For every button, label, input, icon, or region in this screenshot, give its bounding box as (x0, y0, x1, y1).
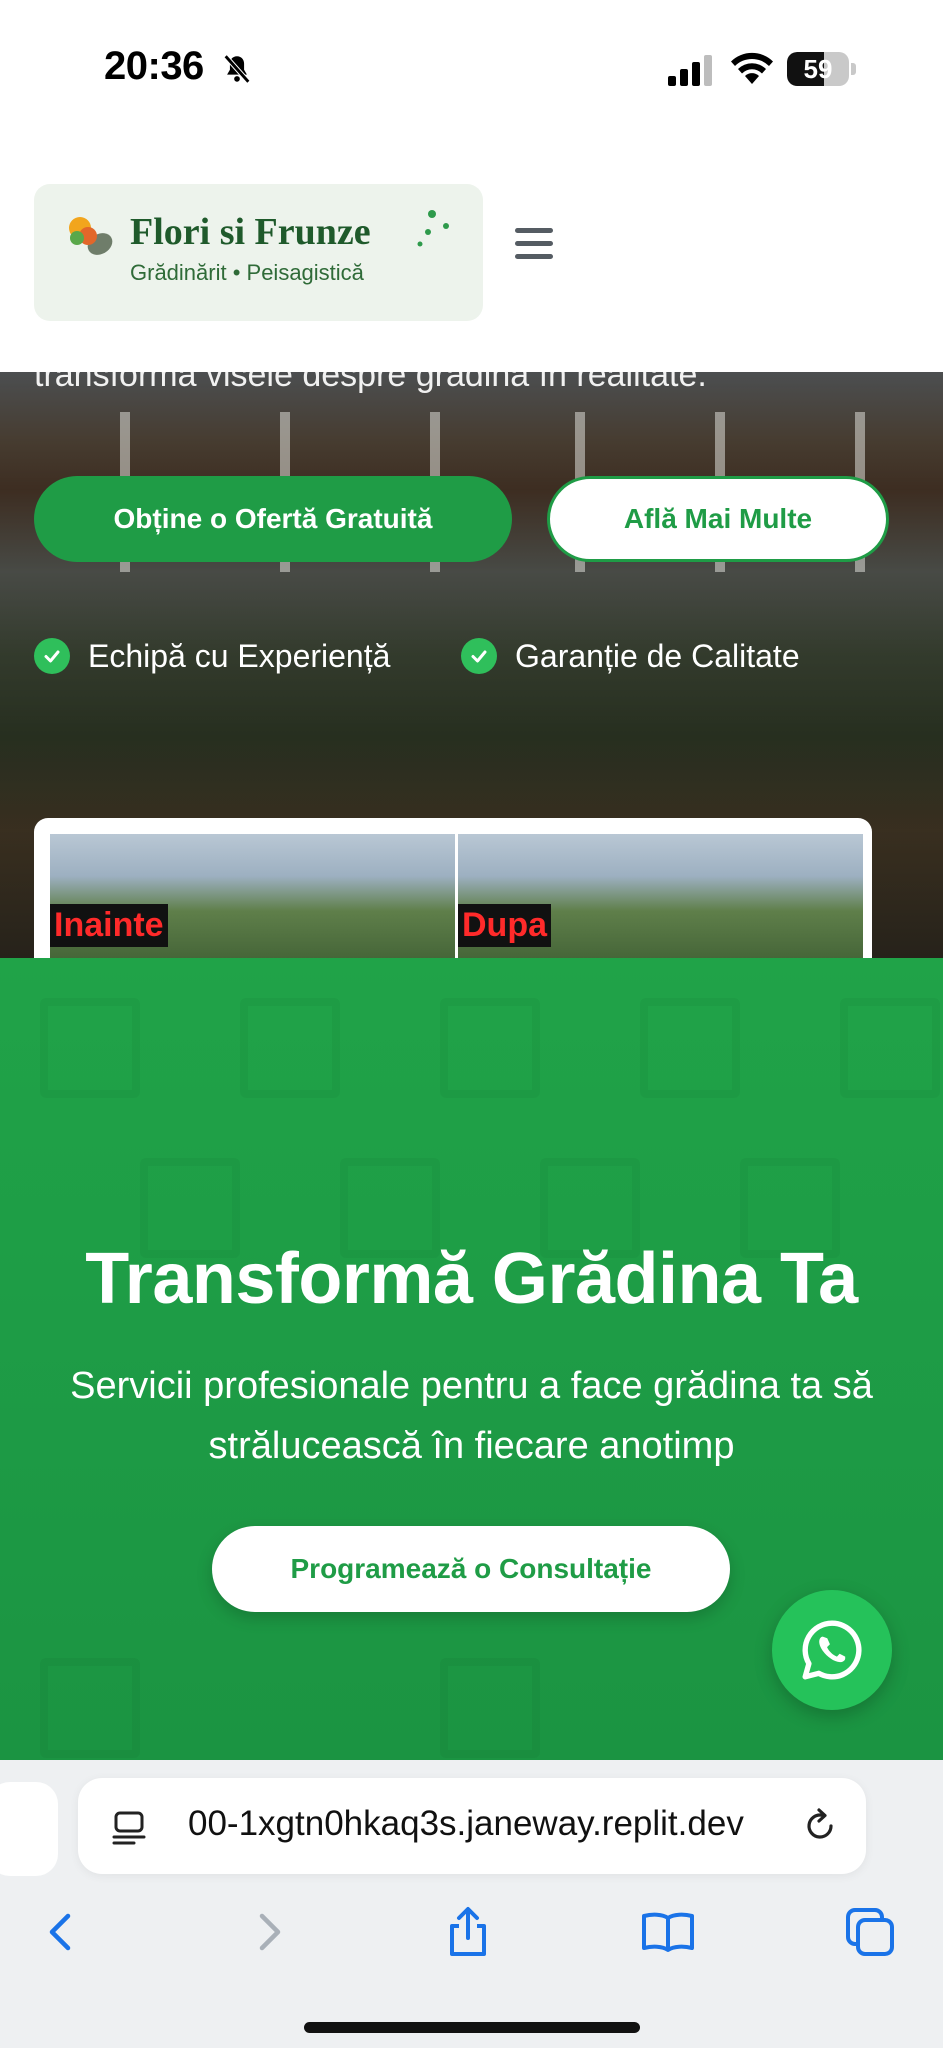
feature-experience: Echipă cu Experiență (34, 636, 390, 676)
flower-leaf-logo-icon (69, 217, 113, 255)
bell-muted-icon (223, 54, 251, 84)
hamburger-menu-icon[interactable] (515, 228, 557, 262)
free-quote-button[interactable]: Obține o Ofertă Gratuită (34, 476, 512, 562)
tabs-icon[interactable] (840, 1902, 900, 1962)
check-circle-icon (461, 638, 497, 674)
previous-tab-peek[interactable] (0, 1782, 58, 1876)
feature-label: Echipă cu Experiență (88, 637, 391, 674)
reload-icon[interactable] (800, 1806, 840, 1846)
address-bar[interactable]: 00-1xgtn0hkaq3s.janeway.replit.dev (78, 1778, 866, 1874)
battery-level: 59 (803, 54, 833, 84)
status-time: 20:36 (104, 44, 204, 88)
hero-section: transformă visele despre grădină în real… (0, 372, 943, 960)
before-image: Inainte (50, 834, 455, 960)
cta-subtitle: Servicii profesionale pentru a face grăd… (70, 1365, 873, 1467)
pattern-tile (40, 998, 140, 1098)
pattern-tile (40, 1658, 140, 1758)
pattern-tile (240, 998, 340, 1098)
wifi-icon (731, 52, 773, 84)
schedule-consultation-button[interactable]: Programează o Consultație (212, 1526, 730, 1612)
brand-subtitle: Grădinărit • Peisagistică (130, 260, 364, 285)
browser-toolbar: 00-1xgtn0hkaq3s.janeway.replit.dev (0, 1760, 943, 2048)
share-icon[interactable] (438, 1902, 498, 1962)
pattern-tile (440, 998, 540, 1098)
after-label: Dupa (458, 904, 551, 947)
feature-quality: Garanție de Calitate (461, 636, 800, 676)
status-bar: 20:36 59 (0, 0, 943, 140)
sparkle-dots-icon (417, 210, 449, 247)
cta-title: Transformă Grădina Ta (85, 1239, 858, 1319)
home-indicator (304, 2022, 640, 2033)
battery-indicator: 59 (787, 52, 857, 86)
after-image: Dupa (458, 834, 863, 960)
bookmarks-icon[interactable] (638, 1902, 698, 1962)
before-after-card: Inainte Dupa (34, 818, 872, 960)
pattern-tile (640, 998, 740, 1098)
logo-card[interactable]: Flori si Frunze Grădinărit • Peisagistic… (34, 184, 483, 321)
url-text: 00-1xgtn0hkaq3s.janeway.replit.dev (188, 1804, 744, 1843)
forward-icon[interactable] (238, 1902, 298, 1962)
battery-body: 59 (787, 52, 849, 86)
brand-title: Flori si Frunze (130, 211, 371, 253)
check-circle-icon (34, 638, 70, 674)
signal-icon (668, 55, 712, 86)
battery-cap (851, 63, 856, 75)
hero-tagline: transformă visele despre grădină în real… (34, 372, 707, 394)
page-menu-icon[interactable] (112, 1808, 146, 1846)
before-label: Inainte (50, 904, 168, 947)
pattern-tile (440, 1658, 540, 1758)
back-icon[interactable] (32, 1902, 92, 1962)
whatsapp-icon[interactable] (772, 1590, 892, 1710)
pattern-tile (840, 998, 940, 1098)
learn-more-button[interactable]: Află Mai Multe (547, 476, 889, 562)
site-header: Flori si Frunze Grădinărit • Peisagistic… (0, 140, 943, 372)
feature-label: Garanție de Calitate (515, 637, 800, 674)
